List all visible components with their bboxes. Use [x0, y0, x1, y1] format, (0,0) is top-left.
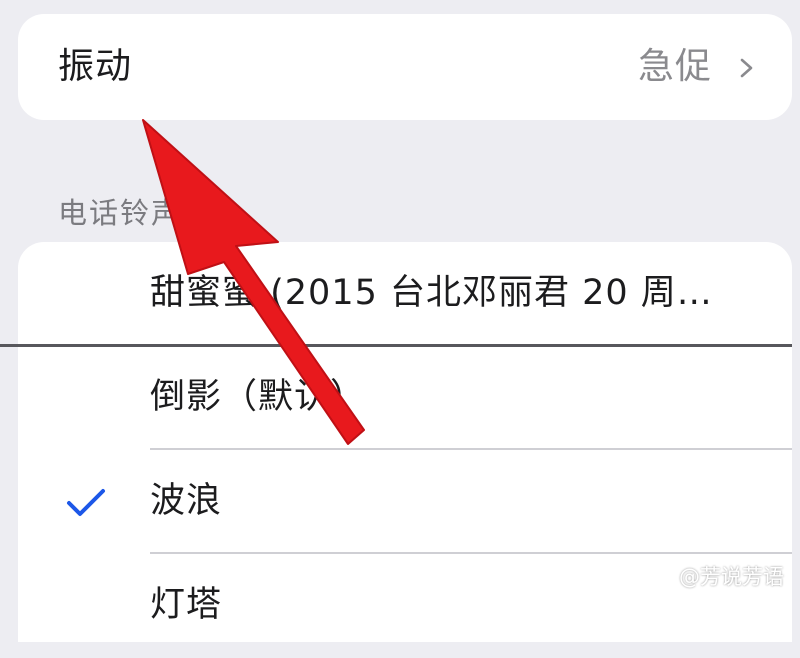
vibration-value: 急促 — [637, 46, 712, 87]
chevron-right-icon — [740, 58, 753, 78]
ringtone-label: 灯塔 — [150, 585, 223, 625]
checkmark-icon — [67, 489, 105, 516]
vibration-row[interactable]: 振动 急促 — [18, 14, 792, 120]
vibration-label: 振动 — [58, 46, 133, 87]
ringtone-item[interactable]: 倒影（默认） — [18, 346, 792, 450]
ringtone-item-selected[interactable]: 波浪 — [18, 450, 792, 554]
ringtone-label: 倒影（默认） — [150, 377, 367, 417]
ringtone-item[interactable]: 甜蜜蜜 (2015 台北邓丽君 20 周… — [18, 242, 792, 346]
ringtone-label: 波浪 — [150, 481, 223, 521]
ringtone-label: 甜蜜蜜 (2015 台北邓丽君 20 周… — [150, 273, 713, 313]
watermark-logo-icon — [654, 567, 674, 587]
watermark: @芳说芳语 — [653, 564, 784, 590]
ringtone-section-header: 电话铃声 — [58, 196, 183, 230]
watermark-text: @芳说芳语 — [679, 565, 784, 589]
